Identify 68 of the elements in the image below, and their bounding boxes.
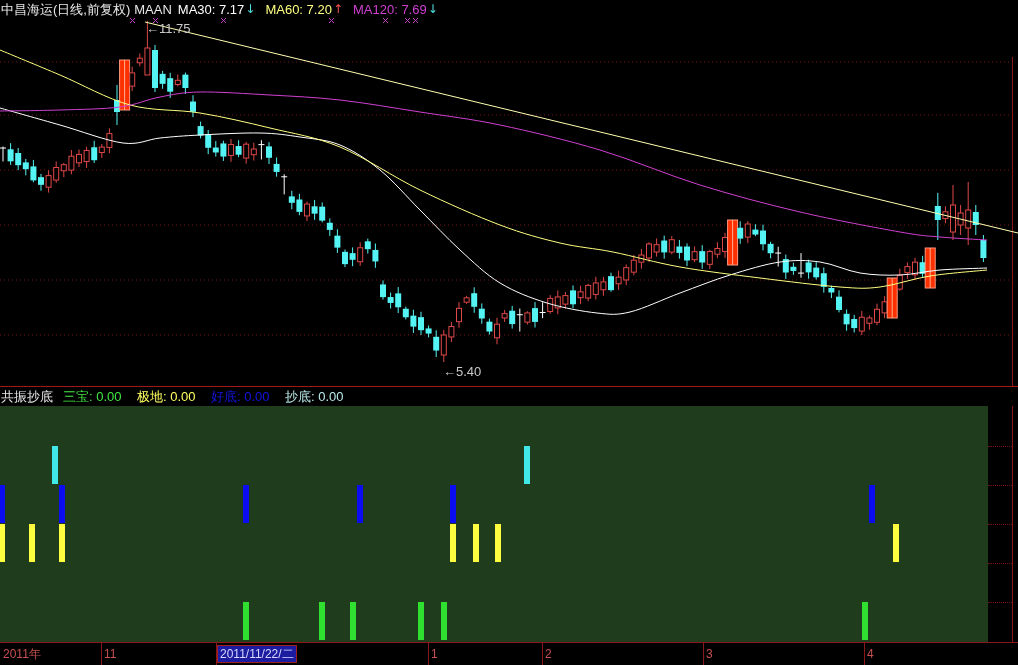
falling-candle	[91, 140, 98, 164]
chart-title: 中昌海运(日线,前复权)	[1, 2, 131, 16]
axis-date-label: 4	[867, 648, 874, 660]
falling-candle	[934, 192, 941, 241]
signal-legend-reading: 极地: 0.00	[137, 390, 197, 403]
falling-candle	[919, 255, 926, 278]
up-arrow: ↑	[332, 3, 343, 15]
doji-candle	[797, 252, 805, 279]
axis-date-label: 2011年	[3, 648, 41, 660]
rising-candle	[357, 241, 364, 267]
doji-candle	[280, 173, 288, 195]
signal-bar	[29, 524, 35, 562]
falling-candle	[661, 235, 668, 260]
signal-bar	[473, 524, 479, 562]
signal-bar	[495, 524, 501, 562]
signal-bar	[524, 446, 530, 484]
down-arrow: ↓	[245, 3, 256, 15]
rising-candle	[668, 235, 675, 255]
rising-candle	[691, 245, 698, 263]
signal-legend-reading: 三宝: 0.00	[63, 390, 123, 403]
doji-candle	[774, 246, 782, 268]
rising-candle	[174, 73, 181, 87]
indicator-title: 共振抄底	[1, 390, 53, 403]
rising-candle	[304, 201, 310, 222]
signal-bar	[350, 602, 356, 640]
rising-candle	[744, 220, 751, 244]
date-cursor-label: 2011/11/22/二	[217, 645, 297, 663]
axis-date-label: 2	[545, 648, 552, 660]
falling-candle	[699, 244, 706, 270]
cross-marker-icon	[383, 18, 388, 23]
doji-candle	[539, 301, 547, 319]
doji-candle	[0, 146, 7, 162]
falling-candle	[532, 301, 538, 329]
cross-marker-icon	[130, 18, 135, 23]
falling-candle	[235, 139, 242, 158]
signal-bar	[418, 602, 424, 640]
cross-marker-icon	[221, 18, 226, 23]
signal-bar	[243, 602, 249, 640]
doji-candle	[516, 308, 524, 332]
moving-average-reading: MA60: 7.20	[265, 2, 332, 16]
signal-bar	[243, 485, 249, 523]
axis-date-label: 11	[104, 648, 117, 660]
falling-candle	[608, 272, 614, 293]
moving-average-reading: MA30: 7.17	[177, 2, 245, 16]
signal-bar	[893, 524, 899, 562]
signal-bar	[869, 485, 875, 523]
cross-marker-icon	[413, 18, 418, 23]
signal-bar	[862, 602, 868, 640]
falling-candle	[570, 284, 576, 309]
rising-candle	[524, 310, 531, 326]
signal-bar	[441, 602, 447, 640]
indicator-name: MAAN	[134, 2, 172, 16]
falling-candle	[509, 305, 516, 330]
signal-legend-reading: 抄底: 0.00	[285, 390, 345, 403]
signal-bar	[319, 602, 325, 640]
cross-marker-icon	[329, 18, 334, 23]
low-price-label: ←5.40	[443, 365, 482, 378]
rising-candle	[228, 138, 234, 163]
axis-date-label: 1	[431, 648, 438, 660]
falling-candle	[737, 220, 744, 245]
signal-legend-reading: 好底: 0.00	[211, 390, 271, 403]
cross-marker-icon	[405, 18, 410, 23]
signal-bar	[357, 485, 363, 523]
moving-average-reading: MA120: 7.69	[352, 2, 427, 16]
rising-candle	[924, 247, 936, 289]
axis-date-label: 3	[706, 648, 713, 660]
doji-candle	[257, 139, 265, 160]
down-arrow: ↓	[427, 3, 438, 15]
